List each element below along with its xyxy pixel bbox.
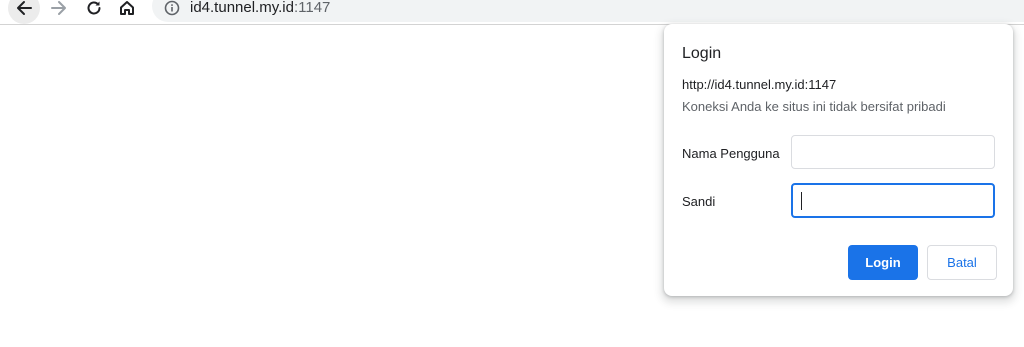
cancel-button[interactable]: Batal xyxy=(927,245,997,280)
username-label: Nama Pengguna xyxy=(682,146,780,161)
info-icon[interactable] xyxy=(164,0,180,21)
password-field[interactable] xyxy=(791,183,995,218)
username-field[interactable] xyxy=(791,135,995,169)
arrow-right-icon xyxy=(50,0,68,17)
dialog-origin: http://id4.tunnel.my.id:1147 xyxy=(682,77,837,92)
browser-toolbar: id4.tunnel.my.id:1147 xyxy=(0,0,1024,25)
url-host: id4.tunnel.my.id xyxy=(190,0,294,16)
arrow-left-icon xyxy=(15,0,33,17)
password-label: Sandi xyxy=(682,194,716,209)
url-text: id4.tunnel.my.id:1147 xyxy=(190,0,330,16)
home-icon xyxy=(118,0,136,17)
back-button[interactable] xyxy=(8,0,40,24)
text-cursor xyxy=(801,192,802,210)
dialog-warning: Koneksi Anda ke situs ini tidak bersifat… xyxy=(682,99,946,114)
reload-button[interactable] xyxy=(78,0,110,24)
reload-icon xyxy=(85,0,103,17)
dialog-title: Login xyxy=(682,45,722,62)
address-bar[interactable]: id4.tunnel.my.id:1147 xyxy=(152,0,1024,22)
url-port: :1147 xyxy=(293,0,331,16)
forward-button[interactable] xyxy=(43,0,75,24)
login-button[interactable]: Login xyxy=(848,245,918,280)
login-dialog: Login http://id4.tunnel.my.id:1147 Konek… xyxy=(664,24,1013,296)
home-button[interactable] xyxy=(111,0,143,24)
